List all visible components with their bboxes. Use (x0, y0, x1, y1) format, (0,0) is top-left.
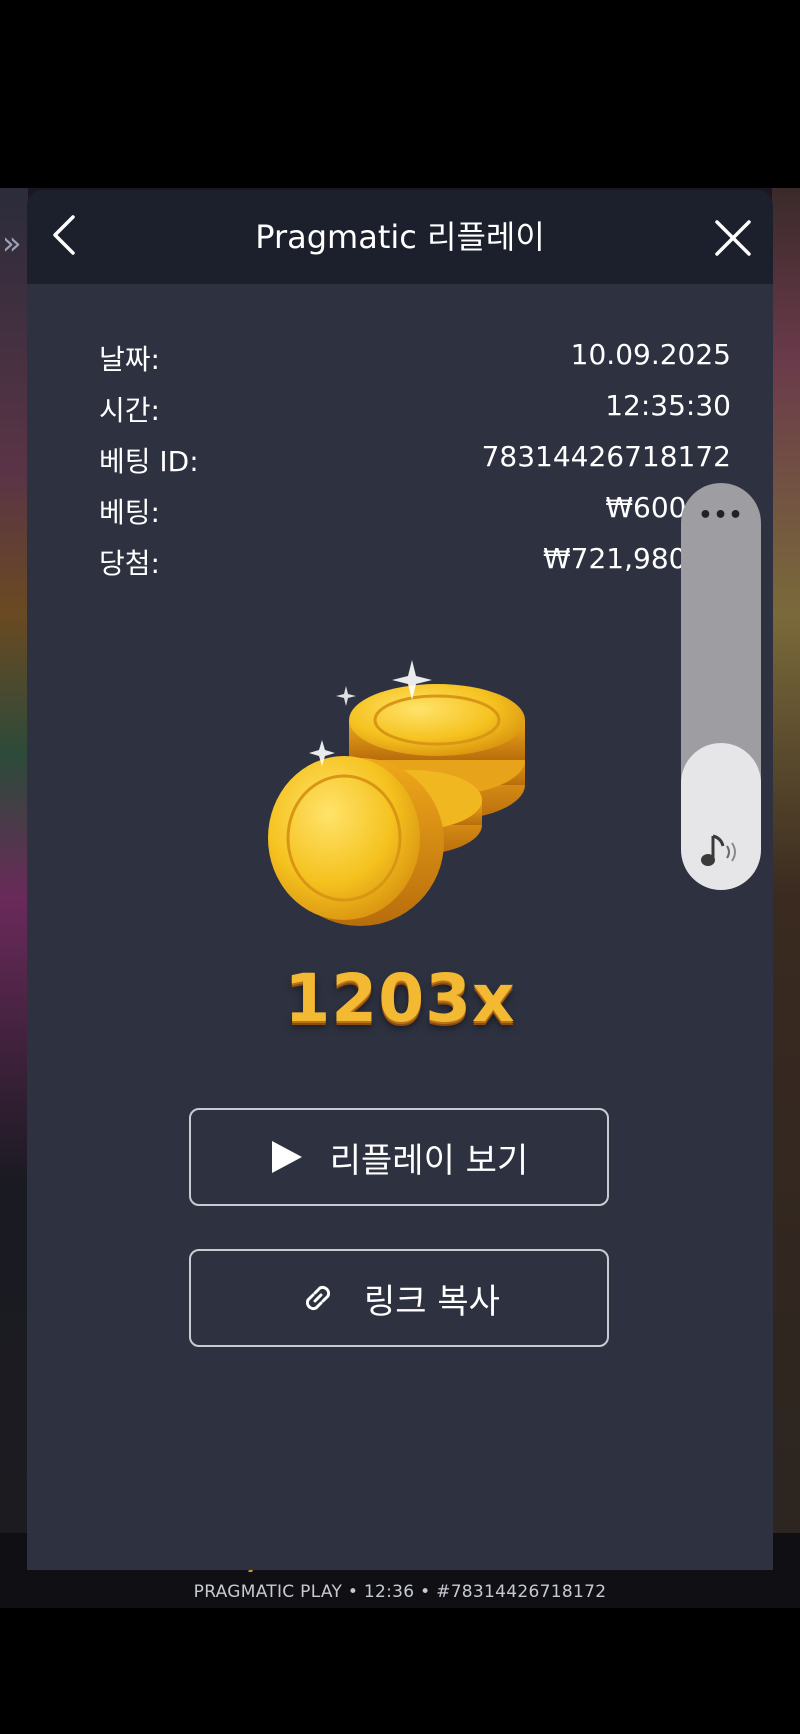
info-value: 12:35:30 (605, 389, 731, 422)
info-value: 78314426718172 (481, 440, 731, 473)
close-icon (715, 220, 751, 256)
info-label: 당첨: (99, 547, 160, 580)
panel-header (27, 190, 773, 284)
watch-replay-label: 리플레이 보기 (329, 1140, 529, 1181)
copy-link-button[interactable]: 링크 복사 (189, 1249, 609, 1347)
volume-level (681, 743, 761, 890)
info-value: 10.09.2025 (570, 338, 731, 371)
play-icon (270, 1139, 304, 1175)
info-row-win: 당첨: ₩721,980.00 (99, 542, 731, 593)
watch-replay-button[interactable]: 리플레이 보기 (189, 1108, 609, 1206)
footer-info: PRAGMATIC PLAY • 12:36 • #78314426718172 (193, 1582, 607, 1602)
game-right-edge (772, 188, 800, 1608)
link-icon (298, 1278, 338, 1318)
side-expand-icon[interactable]: » (2, 224, 22, 262)
bet-info: 날짜: 10.09.2025 시간: 12:35:30 베팅 ID: 78314… (99, 338, 731, 593)
info-row-time: 시간: 12:35:30 (99, 389, 731, 440)
gold-coins-icon (268, 660, 525, 926)
volume-slider[interactable]: ••• (681, 483, 761, 890)
music-note-icon (699, 832, 743, 876)
chevron-left-icon (53, 215, 75, 255)
more-options-icon[interactable]: ••• (681, 503, 761, 528)
replay-panel: Pragmatic 리플레이 날짜: 10.09.2025 시간: 12:35:… (27, 190, 773, 1570)
back-button[interactable] (39, 210, 89, 260)
info-row-bet-id: 베팅 ID: 78314426718172 (99, 440, 731, 491)
close-button[interactable] (705, 210, 761, 266)
copy-link-label: 링크 복사 (364, 1281, 500, 1322)
info-row-date: 날짜: 10.09.2025 (99, 338, 731, 389)
info-row-bet: 베팅: ₩600.00 (99, 491, 731, 542)
info-label: 베팅: (99, 496, 160, 529)
info-label: 베팅 ID: (99, 445, 199, 478)
game-left-edge (0, 188, 28, 1608)
info-label: 시간: (99, 394, 160, 427)
win-multiplier: 1203x (284, 960, 516, 1037)
info-label: 날짜: (99, 343, 160, 376)
